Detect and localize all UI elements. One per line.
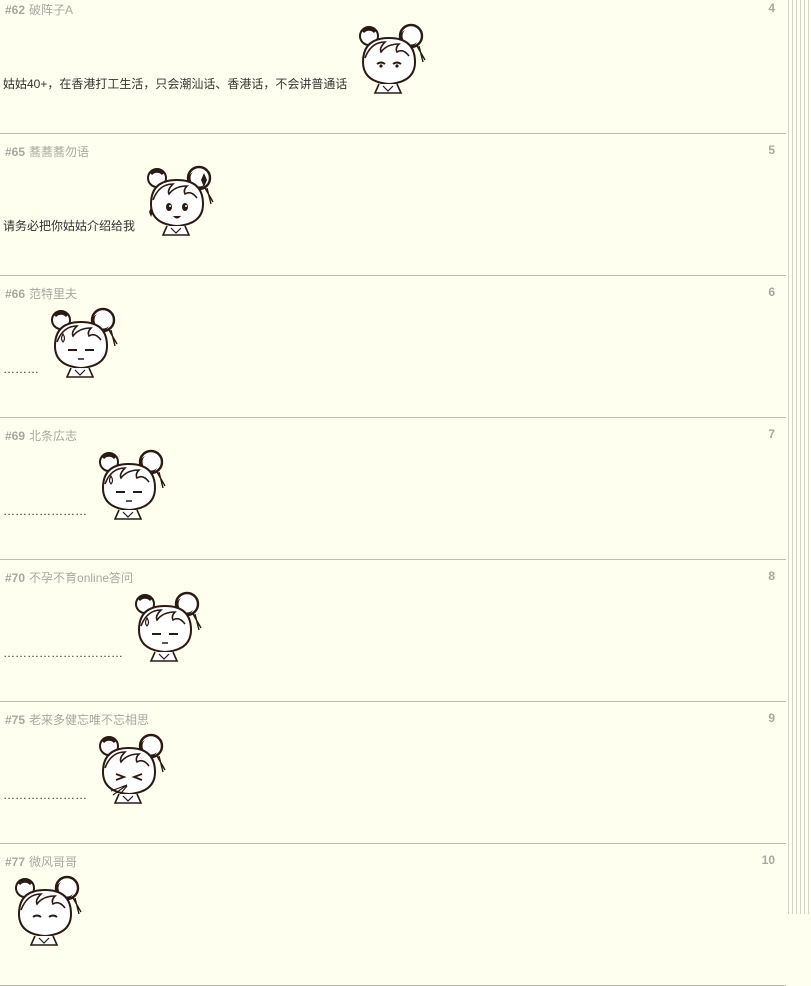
post-text: ………………… [3,504,87,518]
post-item: #69 北条広志 7 ………………… [0,418,786,560]
post-item: #70 不孕不育online答问 8 ………………………… [0,560,786,702]
edge-rail [804,0,805,914]
post-id[interactable]: #77 [5,855,25,869]
page-edge-rails [786,0,811,914]
post-meta: #75 老来多健忘唯不忘相思 [5,711,149,728]
post-body: ………………… [3,448,169,520]
edge-rail [796,0,797,914]
floor-number: 9 [768,711,775,725]
post-author[interactable]: 破阵子A [29,3,73,17]
floor-number: 7 [768,427,775,441]
girl-sweat-sticker [39,304,121,378]
post-text: ………………… [3,788,87,802]
post-meta: #62 破阵子A [5,1,73,18]
girl-excited-sticker [135,162,217,236]
post-id[interactable]: #66 [5,287,25,301]
post-author[interactable]: 蕎蕎蕎勿语 [29,145,89,159]
post-id[interactable]: #65 [5,145,25,159]
post-meta: #70 不孕不育online答问 [5,569,133,586]
girl-sticker [3,872,85,946]
post-id[interactable]: #70 [5,571,25,585]
post-author[interactable]: 范特里夫 [29,287,77,301]
post-meta: #77 微风哥哥 [5,853,77,870]
floor-number: 10 [761,853,775,867]
post-author[interactable]: 不孕不育online答问 [29,571,133,585]
post-id[interactable]: #62 [5,3,25,17]
post-body [3,874,85,946]
girl-spit-sticker [87,730,169,804]
post-id[interactable]: #69 [5,429,25,443]
girl-sweat-sticker [123,588,205,662]
girl-sweat-sticker [87,446,169,520]
floor-number: 8 [768,569,775,583]
post-meta: #66 范特里夫 [5,285,77,302]
post-id[interactable]: #75 [5,713,25,727]
girl-shy-sticker [347,20,429,94]
thread-post-list: #62 破阵子A 4 姑姑40+，在香港打工生活，只会潮汕话、香港话，不会讲普通话… [0,0,786,986]
edge-rail [808,0,809,914]
post-text: ………………………… [3,646,123,660]
post-meta: #69 北条広志 [5,427,77,444]
post-text: 请务必把你姑姑介绍给我 [3,219,136,233]
post-body: ………………………… [3,590,205,662]
post-item: #77 微风哥哥 10 [0,844,786,986]
post-author[interactable]: 老来多健忘唯不忘相思 [29,713,149,727]
edge-rail [800,0,801,914]
edge-rail [792,0,793,914]
floor-number: 5 [768,143,775,157]
post-body: ………………… [3,732,169,804]
post-item: #75 老来多健忘唯不忘相思 9 ………………… [0,702,786,844]
edge-rail [788,0,789,914]
post-body: 姑姑40+，在香港打工生活，只会潮汕话、香港话，不会讲普通话 [3,22,429,94]
post-item: #66 范特里夫 6 ……… [0,276,786,418]
floor-number: 6 [768,285,775,299]
floor-number: 4 [768,1,775,15]
post-author[interactable]: 微风哥哥 [29,855,77,869]
post-body: 请务必把你姑姑介绍给我 [3,164,217,236]
post-body: ……… [3,306,121,378]
post-text: ……… [3,362,39,376]
post-text: 姑姑40+，在香港打工生活，只会潮汕话、香港话，不会讲普通话 [3,77,348,91]
post-meta: #65 蕎蕎蕎勿语 [5,143,89,160]
post-author[interactable]: 北条広志 [29,429,77,443]
post-item: #62 破阵子A 4 姑姑40+，在香港打工生活，只会潮汕话、香港话，不会讲普通话 [0,0,786,134]
post-item: #65 蕎蕎蕎勿语 5 请务必把你姑姑介绍给我 [0,134,786,276]
